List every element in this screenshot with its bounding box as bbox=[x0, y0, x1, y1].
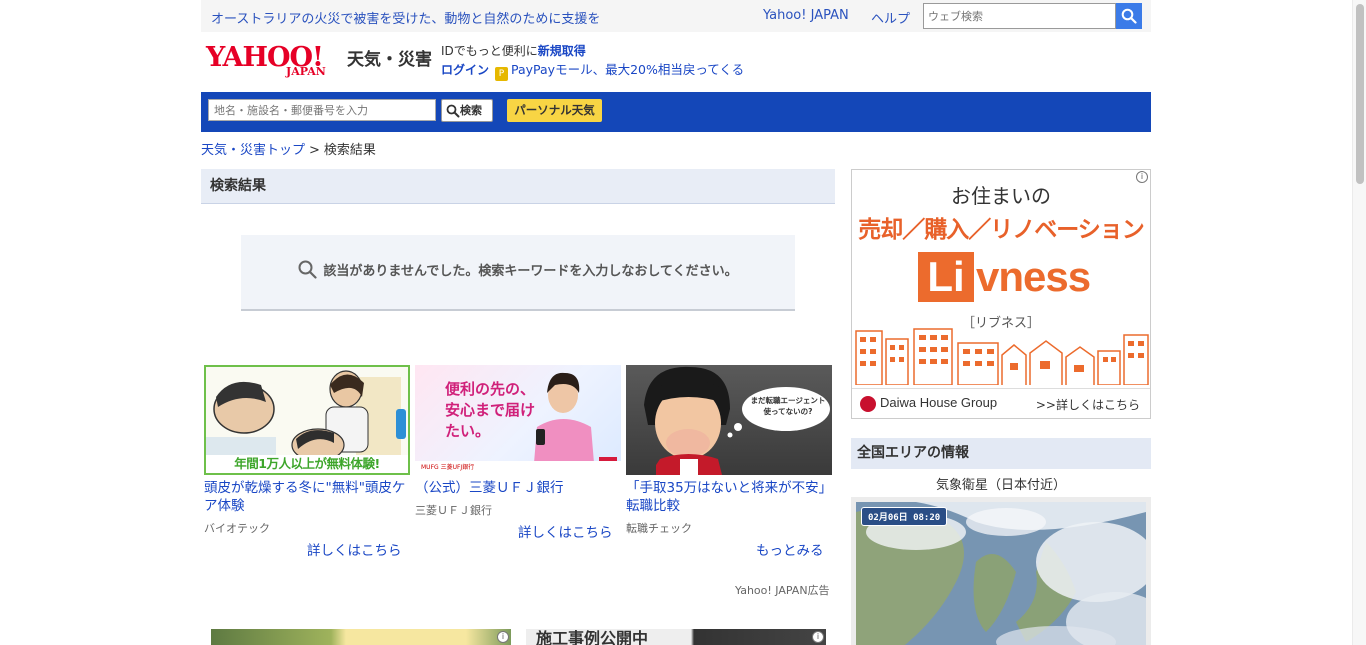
ad-source: 転職チェック bbox=[626, 522, 692, 535]
ad-title[interactable]: 「手取35万はないと将来が不安」転職比較 bbox=[626, 479, 832, 515]
ad-more-link[interactable]: 詳しくはこちら bbox=[307, 539, 402, 559]
service-name: 天気・災害 bbox=[347, 50, 432, 70]
breadcrumb-current: 検索結果 bbox=[323, 143, 376, 158]
breadcrumb-home-link[interactable]: 天気・災害トップ bbox=[201, 143, 305, 158]
satellite-image[interactable]: 02月06日 08:20 bbox=[856, 502, 1146, 645]
search-icon bbox=[1121, 8, 1137, 24]
bottom-ad-1[interactable]: i bbox=[211, 629, 511, 645]
donation-link[interactable]: オーストラリアの火災で被害を受けた、動物と自然のために支援を bbox=[211, 8, 600, 27]
ad-card-job-change[interactable]: まだ転職エージェント使ってないの? 「手取35万はないと将来が不安」転職比較 転… bbox=[626, 365, 832, 559]
ad-label: Yahoo! JAPAN広告 bbox=[735, 584, 830, 597]
logo-sub-text: JAPAN bbox=[286, 65, 326, 78]
no-result-message: 該当がありませんでした。検索キーワードを入力しなおしてください。 bbox=[241, 235, 795, 311]
livness-ad-line2: 売却／購入／リノベーション bbox=[858, 217, 1145, 243]
personal-weather-button[interactable]: パーソナル天気 bbox=[507, 99, 602, 122]
ad-card-mufg[interactable]: 便利の先の、安心まで届けたい。 MUFG 三菱UFJ銀行 （公式）三菱ＵＦＪ銀行… bbox=[415, 365, 621, 541]
ad-title[interactable]: （公式）三菱ＵＦＪ銀行 bbox=[415, 479, 621, 497]
ad-info-icon[interactable]: i bbox=[497, 631, 509, 643]
livness-ad[interactable]: i お住まいの 売却／購入／リノベーション Li vness ［リブネス］ Da… bbox=[851, 169, 1151, 419]
satellite-title: 気象衛星（日本付近） bbox=[935, 478, 1066, 493]
daiwa-house-name: Daiwa House Group bbox=[880, 395, 998, 410]
ad-more-link[interactable]: もっとみる bbox=[756, 539, 824, 559]
ad-more-link[interactable]: 詳しくはこちら bbox=[518, 521, 613, 541]
login-link[interactable]: ログイン bbox=[441, 63, 489, 77]
page-scrollbar[interactable] bbox=[1352, 0, 1366, 645]
bottom-ad-2-text: 施工事例公開中 bbox=[536, 629, 649, 645]
ad-source: 三菱ＵＦＪ銀行 bbox=[415, 504, 492, 517]
location-search-band: 検索 パーソナル天気 bbox=[201, 92, 1151, 132]
ad-info-icon[interactable]: i bbox=[812, 631, 824, 643]
location-search-input[interactable] bbox=[208, 99, 436, 121]
ad-image[interactable]: 便利の先の、安心まで届けたい。 MUFG 三菱UFJ銀行 bbox=[415, 365, 621, 475]
breadcrumb: 天気・災害トップ > 検索結果 bbox=[201, 139, 376, 158]
location-search-button[interactable]: 検索 bbox=[441, 99, 493, 122]
ad-title[interactable]: 頭皮が乾燥する冬に"無料"頭皮ケア体験 bbox=[204, 479, 410, 515]
search-icon bbox=[446, 104, 460, 118]
id-line: IDでもっと便利に新規取得 bbox=[441, 42, 586, 59]
breadcrumb-separator: > bbox=[309, 143, 320, 158]
area-info-heading: 全国エリアの情報 bbox=[851, 438, 1151, 469]
livness-ad-line1: お住まいの bbox=[951, 184, 1051, 208]
yahoo-logo[interactable]: YAHOO! JAPAN bbox=[206, 42, 344, 82]
bottom-ad-2[interactable]: 施工事例公開中 i bbox=[526, 629, 826, 645]
search-button-label: 検索 bbox=[460, 104, 482, 117]
ad-girl-illustration bbox=[644, 366, 830, 475]
ad-card-scalp-care[interactable]: 年間1万人以上が無料体験! 頭皮が乾燥する冬に"無料"頭皮ケア体験 バイオテック… bbox=[204, 365, 410, 559]
results-heading: 検索結果 bbox=[201, 169, 835, 204]
livness-ad-footer: Daiwa House Group >>詳しくはこちら bbox=[852, 388, 1150, 418]
top-bar: オーストラリアの火災で被害を受けた、動物と自然のために支援を Yahoo! JA… bbox=[201, 0, 1151, 32]
satellite-timestamp: 02月06日 08:20 bbox=[861, 507, 948, 526]
ad-person-illustration bbox=[533, 372, 617, 475]
scrollbar-thumb[interactable] bbox=[1356, 4, 1364, 184]
paypay-icon: P bbox=[495, 67, 509, 81]
livness-logo: Li vness bbox=[918, 252, 1098, 302]
yahoo-japan-link[interactable]: Yahoo! JAPAN bbox=[763, 8, 849, 23]
livness-logo-rest: vness bbox=[976, 253, 1091, 300]
search-icon bbox=[298, 260, 318, 279]
ad-image-brand: MUFG 三菱UFJ銀行 bbox=[415, 461, 621, 475]
daiwa-house-logo bbox=[860, 396, 876, 412]
buildings-illustration bbox=[855, 328, 1149, 385]
livness-logo-box: Li bbox=[918, 252, 974, 302]
no-result-text: 該当がありませんでした。検索キーワードを入力しなおしてください。 bbox=[323, 264, 738, 279]
satellite-image-link[interactable]: 02月06日 08:20 bbox=[851, 497, 1151, 645]
livness-more-link[interactable]: >>詳しくはこちら bbox=[1036, 396, 1140, 413]
ad-image-caption: 年間1万人以上が無料体験! bbox=[206, 455, 408, 473]
ad-image-bubble: まだ転職エージェント使ってないの? bbox=[750, 396, 826, 416]
web-search-input[interactable] bbox=[923, 3, 1116, 29]
ad-source: バイオテック bbox=[204, 522, 270, 535]
web-search-button[interactable] bbox=[1116, 3, 1142, 29]
id-text: IDでもっと便利に bbox=[441, 44, 538, 58]
login-line: ログイン P PayPayモール、最大20%相当戻ってくる bbox=[441, 59, 744, 81]
ad-image[interactable]: まだ転職エージェント使ってないの? bbox=[626, 365, 832, 475]
help-link[interactable]: ヘルプ bbox=[871, 8, 910, 27]
paypay-promo-link[interactable]: PayPayモール、最大20%相当戻ってくる bbox=[511, 62, 744, 77]
register-link[interactable]: 新規取得 bbox=[538, 44, 586, 58]
ad-image[interactable]: 年間1万人以上が無料体験! bbox=[204, 365, 410, 475]
